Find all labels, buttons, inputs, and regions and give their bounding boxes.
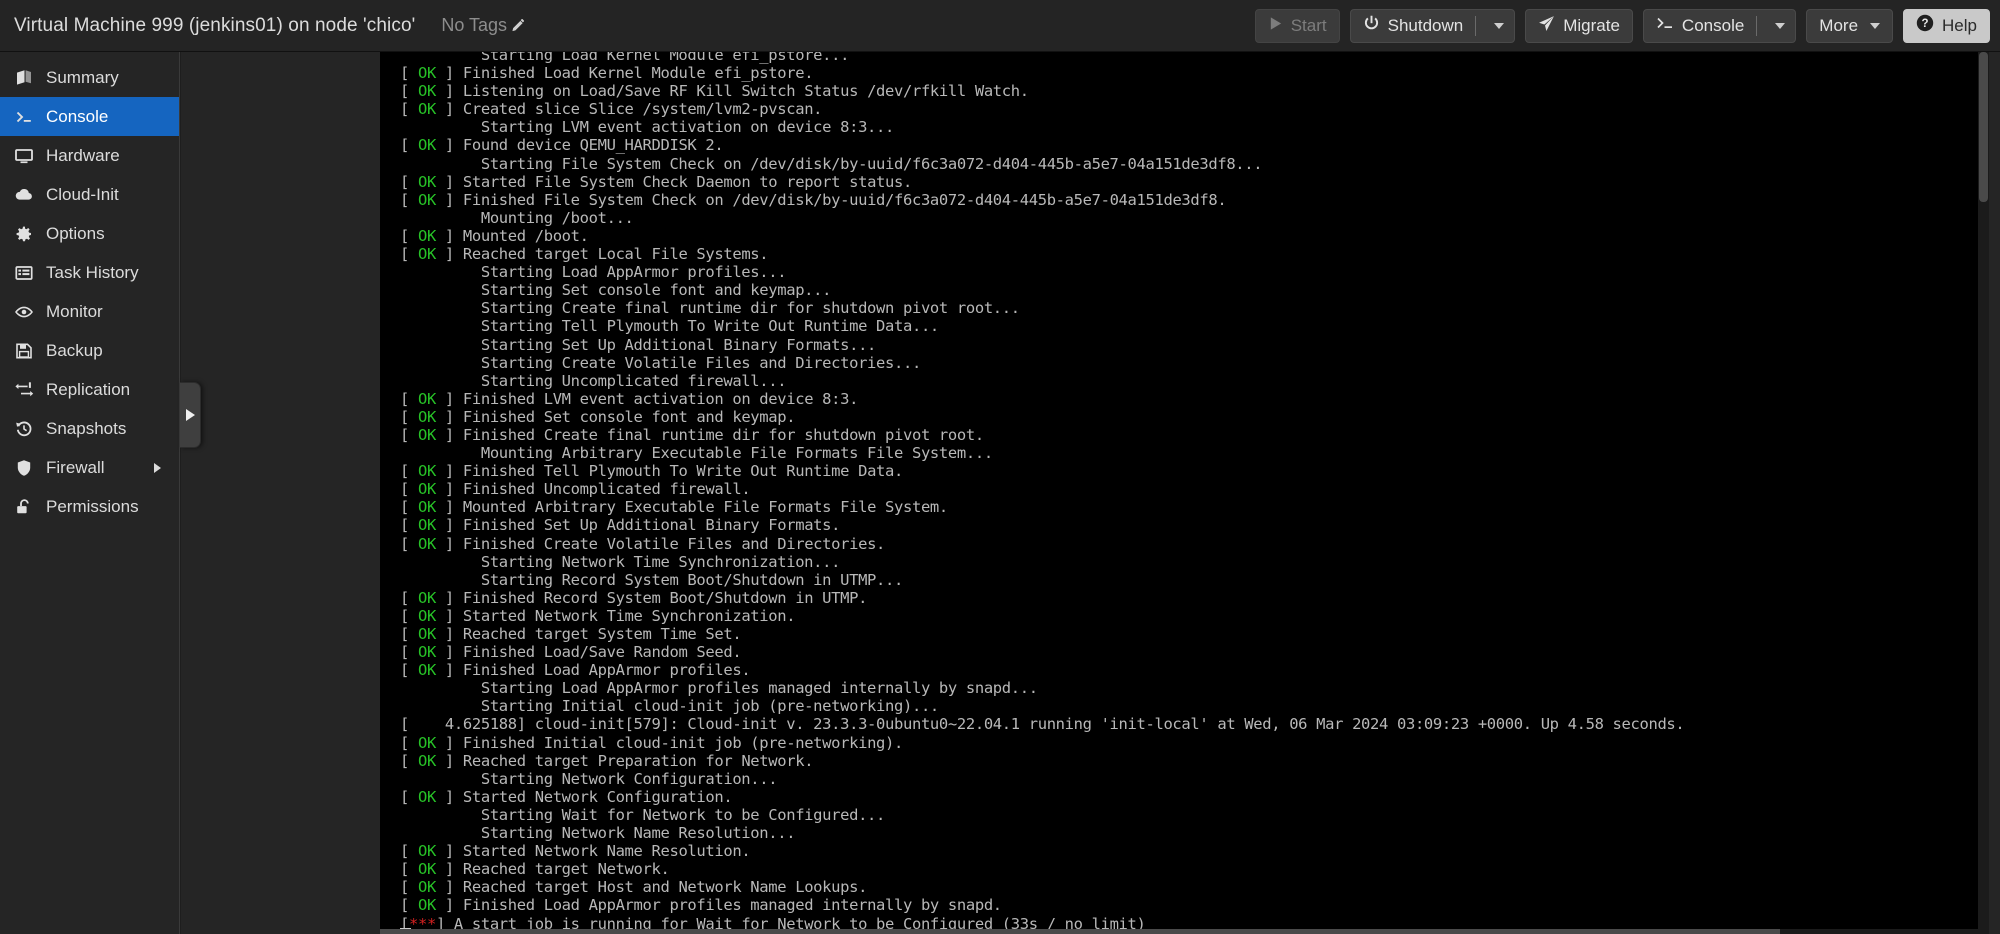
sidebar-item-label: Snapshots — [46, 418, 127, 438]
start-button[interactable]: Start — [1254, 8, 1340, 43]
top-bar: Virtual Machine 999 (jenkins01) on node … — [0, 0, 2000, 52]
migrate-button[interactable]: Migrate — [1525, 8, 1633, 43]
pencil-icon[interactable] — [511, 18, 526, 33]
vm-sidebar-nav: Summary Console Hardware Cloud-Init Options T… — [0, 52, 180, 934]
sidebar-item-permissions[interactable]: Permissions — [0, 487, 179, 526]
console-button[interactable]: Console — [1642, 8, 1797, 43]
sidebar-item-snapshots[interactable]: Snapshots — [0, 409, 179, 448]
sidebar-item-console[interactable]: Console — [0, 97, 179, 136]
vm-action-toolbar: Start Shutdown Migrate Console More ? He… — [1254, 8, 1990, 43]
cloud-icon — [14, 185, 34, 205]
terminal-icon — [14, 107, 34, 127]
chevron-right-icon — [154, 462, 161, 473]
sidebar-item-label: Replication — [46, 379, 131, 399]
floppy-icon — [14, 341, 34, 361]
sidebar-item-options[interactable]: Options — [0, 214, 179, 253]
chevron-down-icon — [1870, 22, 1881, 29]
book-icon — [14, 68, 34, 88]
send-icon — [1538, 15, 1555, 37]
console-label: Console — [1681, 15, 1745, 35]
shutdown-label: Shutdown — [1387, 15, 1464, 35]
tags-area[interactable]: No Tags — [441, 15, 526, 36]
power-icon — [1363, 15, 1380, 37]
sidebar-item-label: Console — [46, 106, 109, 126]
sidebar-item-firewall[interactable]: Firewall — [0, 448, 179, 487]
play-icon — [1268, 16, 1283, 36]
more-button[interactable]: More — [1806, 8, 1894, 43]
sidebar-item-label: Backup — [46, 340, 103, 360]
scrollbar-thumb[interactable] — [1979, 52, 1988, 202]
sidebar-item-label: Monitor — [46, 301, 103, 321]
novnc-console-viewport[interactable]: Starting Load Kernel Module efi_pstore..… — [380, 52, 1989, 929]
chevron-down-icon — [1494, 22, 1505, 29]
sidebar-item-monitor[interactable]: Monitor — [0, 292, 179, 331]
sidebar-item-label: Options — [46, 223, 105, 243]
divider — [1756, 15, 1758, 36]
history-icon — [14, 419, 34, 439]
scrollbar-thumb[interactable] — [380, 929, 1780, 934]
shield-icon — [14, 458, 34, 478]
migrate-label: Migrate — [1563, 15, 1620, 35]
console-panel: Starting Load Kernel Module efi_pstore..… — [181, 52, 2000, 934]
gear-icon — [14, 224, 34, 244]
sidebar-item-replication[interactable]: Replication — [0, 370, 179, 409]
eye-icon — [14, 302, 34, 322]
divider — [1475, 15, 1477, 36]
console-dropdown-toggle[interactable] — [1765, 10, 1795, 42]
sidebar-item-label: Hardware — [46, 145, 120, 165]
chevron-down-icon — [1775, 22, 1786, 29]
sidebar-item-label: Cloud-Init — [46, 184, 119, 204]
sidebar-item-label: Firewall — [46, 457, 105, 477]
shutdown-button[interactable]: Shutdown — [1349, 8, 1516, 43]
replication-icon — [14, 380, 34, 400]
console-vertical-scrollbar[interactable] — [1978, 52, 1989, 929]
start-label: Start — [1290, 15, 1327, 35]
chevron-right-icon — [185, 409, 195, 421]
sidebar-item-backup[interactable]: Backup — [0, 331, 179, 370]
monitor-icon — [14, 146, 34, 166]
sidebar-item-label: Permissions — [46, 496, 139, 516]
sidebar-collapse-handle[interactable] — [180, 382, 201, 448]
sidebar-item-cloud-init[interactable]: Cloud-Init — [0, 175, 179, 214]
tags-label: No Tags — [441, 15, 508, 35]
question-circle-icon: ? — [1916, 14, 1934, 37]
boot-log-output: Starting Load Kernel Module efi_pstore..… — [400, 52, 1685, 929]
shutdown-dropdown-toggle[interactable] — [1484, 10, 1514, 42]
terminal-icon — [1656, 15, 1674, 36]
more-label: More — [1819, 15, 1859, 35]
list-icon — [14, 263, 34, 283]
console-horizontal-scrollbar[interactable] — [380, 929, 1989, 934]
sidebar-item-hardware[interactable]: Hardware — [0, 136, 179, 175]
help-button[interactable]: ? Help — [1903, 8, 1990, 43]
unlock-icon — [14, 497, 34, 517]
help-label: Help — [1942, 15, 1977, 35]
sidebar-item-summary[interactable]: Summary — [0, 58, 179, 97]
page-title: Virtual Machine 999 (jenkins01) on node … — [14, 14, 416, 36]
sidebar-item-label: Summary — [46, 67, 119, 87]
sidebar-item-task-history[interactable]: Task History — [0, 253, 179, 292]
svg-text:?: ? — [1922, 18, 1929, 30]
sidebar-item-label: Task History — [46, 262, 139, 282]
